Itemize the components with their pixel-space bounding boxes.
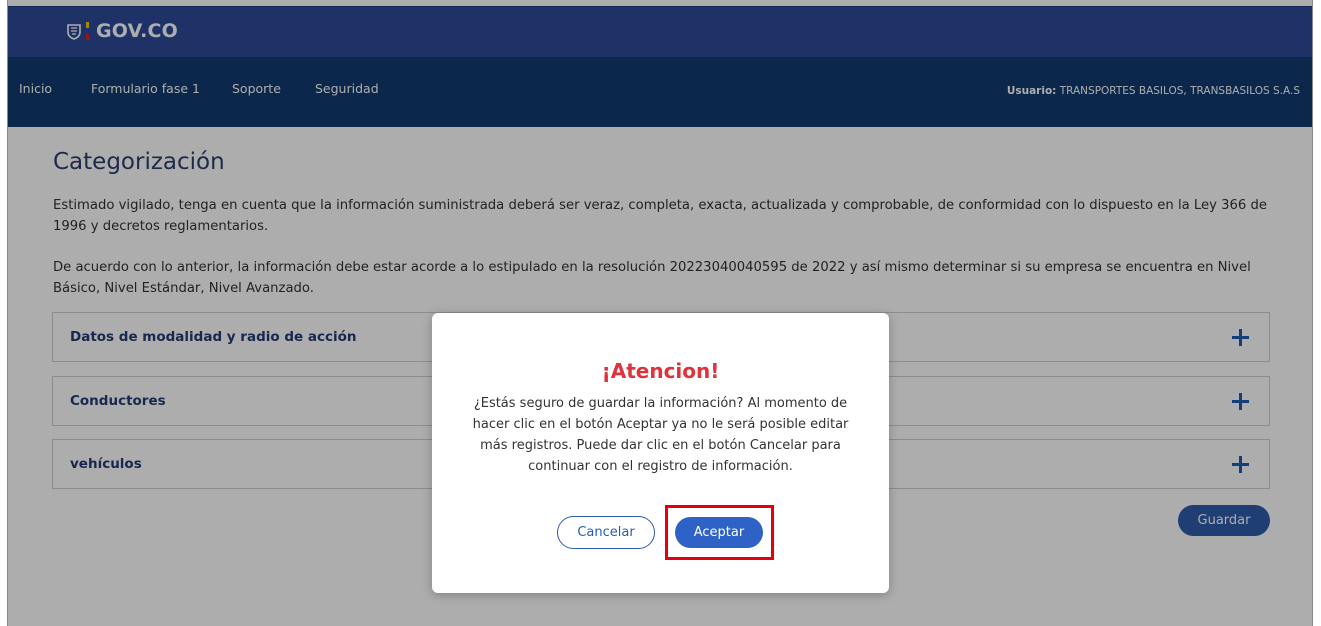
cancel-button[interactable]: Cancelar: [557, 516, 655, 549]
browser-frame: GOV.CO Inicio Formulario fase 1 Soporte …: [7, 0, 1313, 626]
accept-button[interactable]: Aceptar: [675, 517, 763, 548]
dialog-message: ¿Estás seguro de guardar la información?…: [472, 396, 849, 474]
confirm-dialog: ¡Atencion! ¿Estás seguro de guardar la i…: [432, 313, 889, 593]
dialog-title: ¡Atencion!: [601, 359, 720, 383]
